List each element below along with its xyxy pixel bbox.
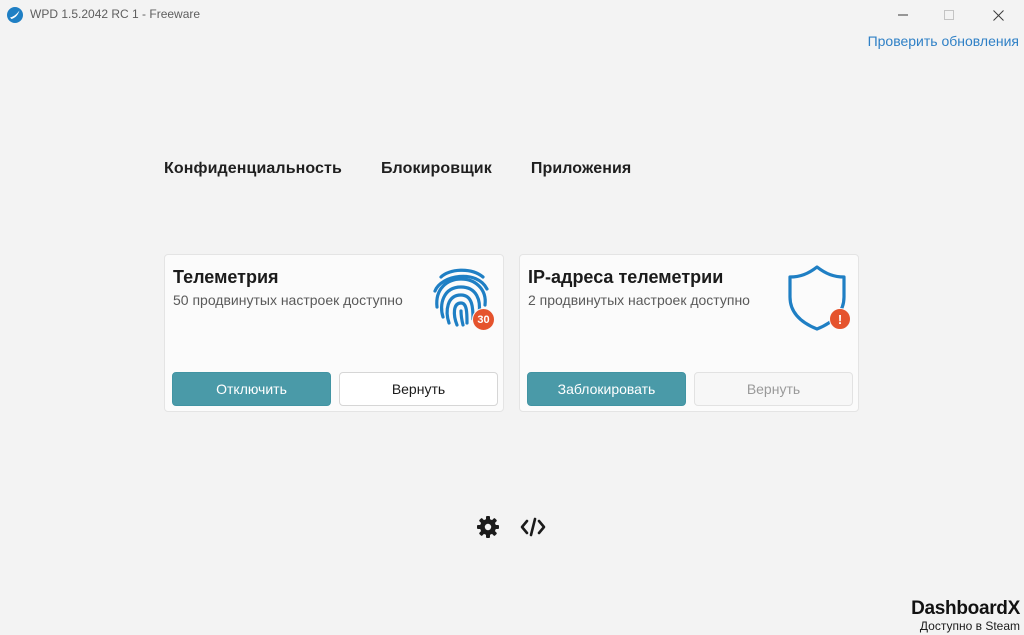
card-subtitle: 2 продвинутых настроек доступно <box>528 292 750 308</box>
app-window: WPD 1.5.2042 RC 1 - Freeware Проверить о… <box>0 0 1024 635</box>
gear-icon[interactable] <box>476 515 500 539</box>
ad-brand: DashboardX <box>911 598 1020 619</box>
check-updates-link[interactable]: Проверить обновления <box>868 33 1019 49</box>
telemetry-ips-card: IP-адреса телеметрии 2 продвинутых настр… <box>519 254 859 412</box>
maximize-icon <box>944 10 954 20</box>
maximize-button[interactable] <box>926 0 972 30</box>
ad-tagline: Доступно в Steam <box>919 619 1020 633</box>
disable-button[interactable]: Отключить <box>172 372 331 406</box>
count-badge: 30 <box>472 308 495 331</box>
card-title: Телеметрия <box>173 267 279 287</box>
bottom-toolbar <box>476 515 564 539</box>
window-title: WPD 1.5.2042 RC 1 - Freeware <box>30 7 201 21</box>
tab-blocker[interactable]: Блокировщик <box>381 160 492 178</box>
tab-apps[interactable]: Приложения <box>531 160 632 178</box>
wpd-logo-icon <box>7 7 23 23</box>
restore-button-disabled: Вернуть <box>694 372 853 406</box>
card-subtitle: 50 продвинутых настроек доступно <box>173 292 403 308</box>
title-bar[interactable]: WPD 1.5.2042 RC 1 - Freeware <box>0 0 1024 30</box>
telemetry-card: Телеметрия 50 продвинутых настроек досту… <box>164 254 504 412</box>
close-button[interactable] <box>975 0 1021 30</box>
minimize-icon <box>898 14 908 16</box>
warning-badge: ! <box>829 308 851 330</box>
block-button[interactable]: Заблокировать <box>527 372 686 406</box>
minimize-button[interactable] <box>880 0 926 30</box>
dashboardx-ad[interactable]: DashboardX Доступно в Steam <box>911 598 1020 634</box>
card-title: IP-адреса телеметрии <box>528 267 724 287</box>
close-icon <box>992 9 1004 21</box>
tab-privacy[interactable]: Конфиденциальность <box>164 160 342 178</box>
restore-button[interactable]: Вернуть <box>339 372 498 406</box>
code-icon[interactable] <box>520 515 546 539</box>
main-tabs: Конфиденциальность Блокировщик Приложени… <box>164 160 670 178</box>
